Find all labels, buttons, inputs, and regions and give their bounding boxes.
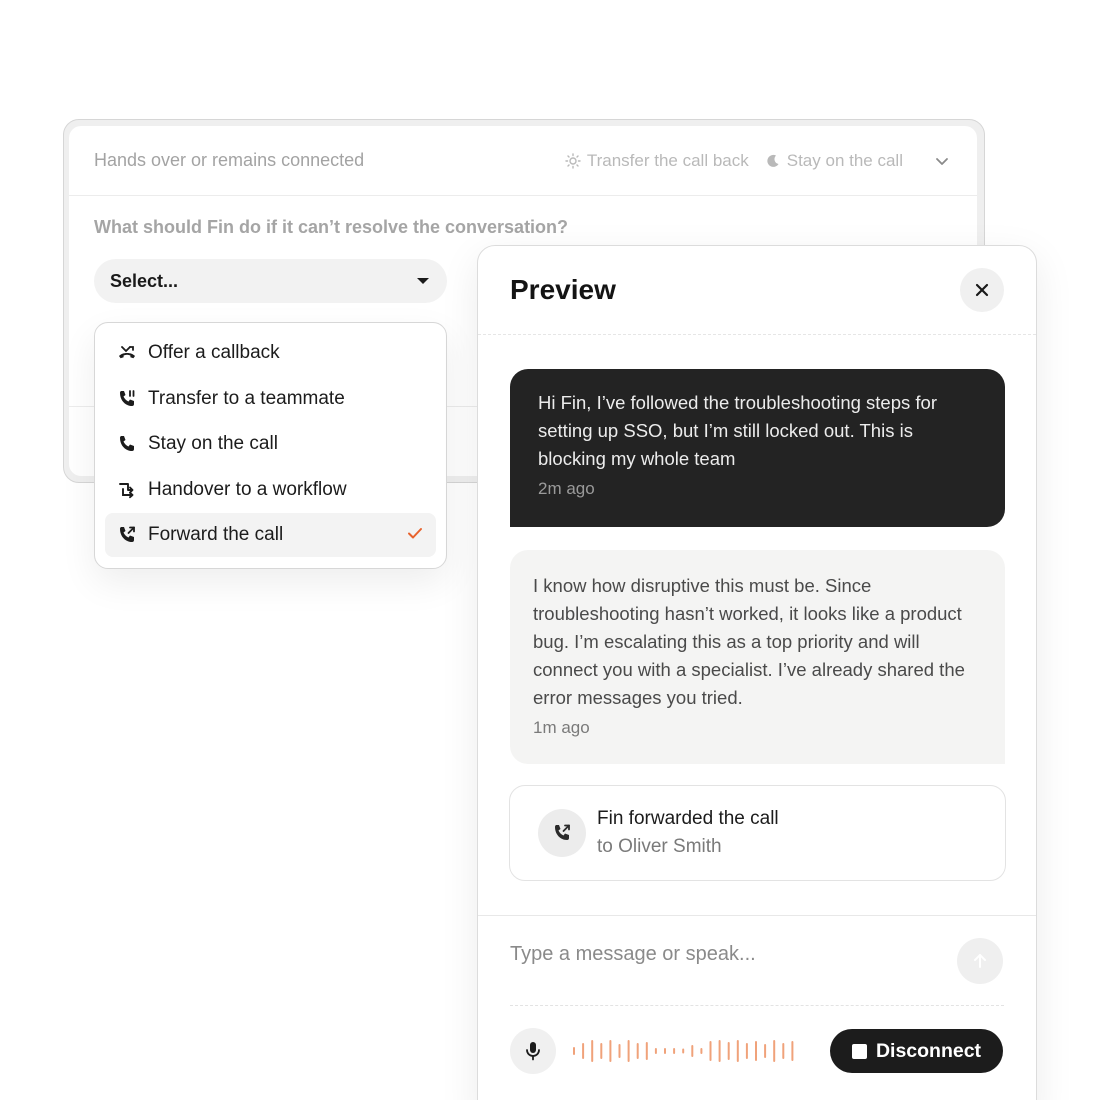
menu-item-handover-workflow[interactable]: Handover to a workflow	[105, 468, 436, 512]
preview-header: Preview	[478, 246, 1036, 335]
close-icon	[975, 283, 989, 297]
menu-item-offer-callback[interactable]: Offer a callback	[105, 331, 436, 375]
select-value: Select...	[110, 270, 179, 291]
event-title: Fin forwarded the call	[597, 808, 779, 829]
menu-item-label: Stay on the call	[148, 433, 278, 454]
message-time: 2m ago	[538, 479, 595, 498]
action-dropdown-menu: Offer a callback Transfer to a teammate …	[94, 322, 447, 569]
workflow-icon	[116, 479, 138, 501]
header-option-stay-label: Stay on the call	[786, 150, 903, 170]
caret-down-icon	[417, 278, 429, 284]
stop-icon	[851, 1043, 867, 1059]
callback-icon	[116, 342, 138, 364]
disconnect-label: Disconnect	[875, 1039, 982, 1062]
menu-item-stay-on-call[interactable]: Stay on the call	[105, 422, 436, 466]
arrow-up-icon	[974, 954, 986, 968]
divider	[478, 915, 1036, 916]
phone-forward-icon	[538, 809, 586, 857]
event-subtitle: to Oliver Smith	[597, 836, 722, 857]
user-message: Hi Fin, I’ve followed the troubleshootin…	[510, 369, 1005, 527]
phone-forward-icon	[116, 524, 138, 546]
settings-title: Hands over or remains connected	[94, 150, 365, 170]
menu-item-label: Transfer to a teammate	[148, 387, 345, 409]
sun-icon	[565, 152, 581, 169]
disconnect-button[interactable]: Disconnect	[830, 1029, 1003, 1073]
header-option-transfer-label: Transfer the call back	[586, 150, 749, 170]
divider	[510, 1005, 1004, 1006]
menu-item-label: Handover to a workflow	[148, 478, 347, 500]
send-button[interactable]	[957, 938, 1003, 984]
moon-icon	[767, 154, 779, 167]
settings-header[interactable]: Hands over or remains connected Transfer…	[69, 126, 977, 196]
microphone-button[interactable]	[510, 1028, 556, 1074]
phone-icon	[116, 433, 138, 455]
close-button[interactable]	[960, 268, 1004, 312]
settings-question: What should Fin do if it can’t resolve t…	[94, 217, 569, 237]
action-select[interactable]: Select...	[94, 259, 447, 303]
call-forwarded-event: Fin forwarded the call to Oliver Smith	[509, 785, 1006, 881]
header-option-transfer[interactable]: Transfer the call back	[565, 151, 749, 171]
microphone-icon	[526, 1042, 540, 1061]
audio-waveform	[573, 1040, 794, 1062]
preview-title: Preview	[510, 274, 616, 305]
preview-panel: Preview Hi Fin, I’ve followed the troubl…	[477, 245, 1037, 1100]
message-time: 1m ago	[533, 718, 590, 737]
chevron-down-icon[interactable]	[933, 152, 951, 170]
menu-item-label: Forward the call	[148, 524, 284, 545]
message-text: I know how disruptive this must be. Sinc…	[533, 575, 965, 708]
menu-item-label: Offer a callback	[148, 342, 280, 363]
header-option-stay[interactable]: Stay on the call	[765, 151, 903, 171]
message-text: Hi Fin, I’ve followed the troubleshootin…	[538, 392, 937, 469]
check-icon	[406, 524, 424, 547]
fin-message: I know how disruptive this must be. Sinc…	[510, 550, 1005, 764]
menu-item-forward-call[interactable]: Forward the call	[105, 513, 436, 557]
message-input[interactable]: Type a message or speak...	[510, 943, 756, 966]
menu-item-transfer-teammate[interactable]: Transfer to a teammate	[105, 377, 436, 421]
phone-transfer-icon	[116, 388, 138, 410]
